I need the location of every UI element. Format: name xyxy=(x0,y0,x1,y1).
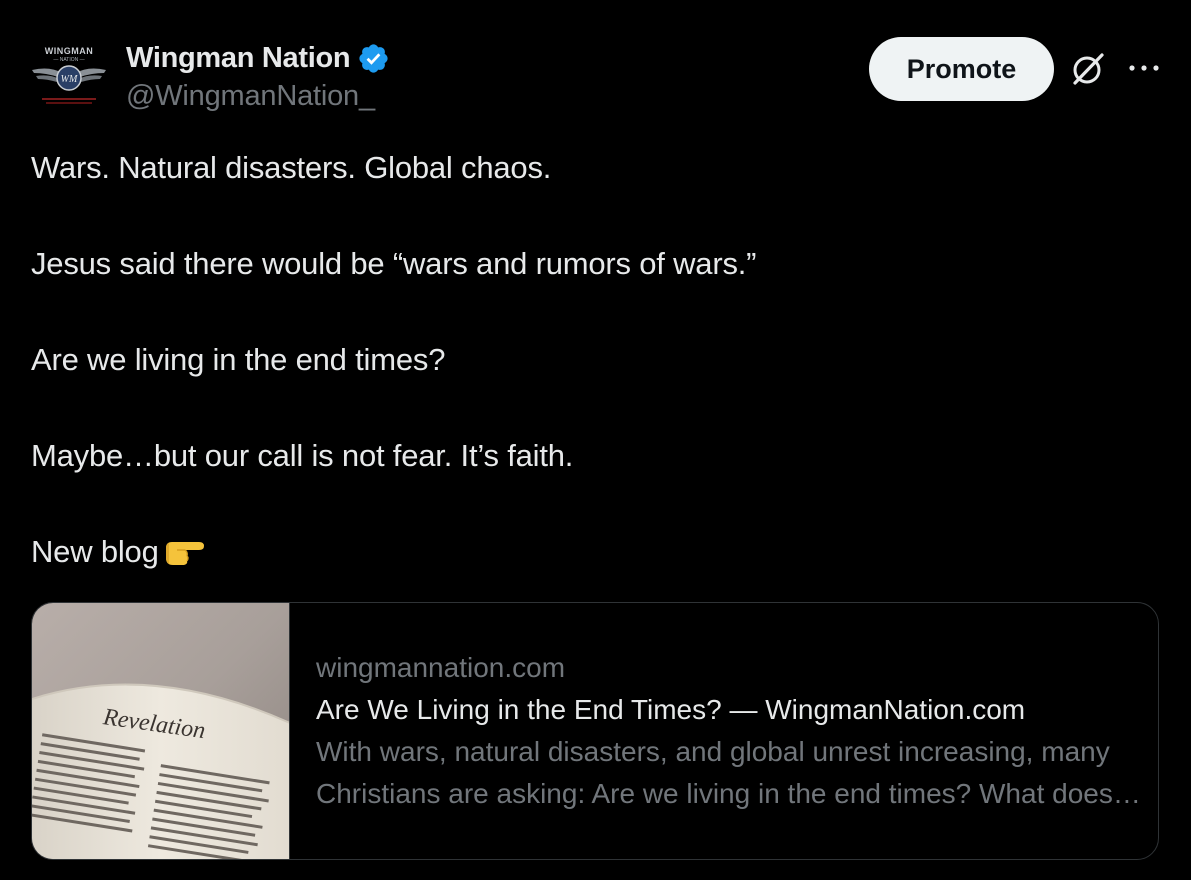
pointing-right-emoji-icon xyxy=(163,534,205,568)
verified-badge-icon[interactable] xyxy=(357,42,390,75)
tweet: WINGMAN — NATION — WM Wingman Nation @Wi… xyxy=(0,0,1191,880)
author-display-name[interactable]: Wingman Nation xyxy=(126,42,351,75)
link-preview-card[interactable]: Revelation wingmannation.com Are We Livi… xyxy=(31,602,1159,860)
tweet-paragraph-last: New blog xyxy=(31,531,1151,573)
link-domain: wingmannation.com xyxy=(316,652,566,683)
tweet-text: Wars. Natural disasters. Global chaos. J… xyxy=(31,147,1151,573)
link-card-text: wingmannation.com Are We Living in the E… xyxy=(316,647,1146,815)
avatar[interactable]: WINGMAN — NATION — WM xyxy=(28,40,110,110)
grok-icon[interactable] xyxy=(1069,50,1107,88)
tweet-paragraph: Jesus said there would be “wars and rumo… xyxy=(31,246,757,281)
link-title[interactable]: Are We Living in the End Times? — Wingma… xyxy=(316,689,1146,731)
tweet-paragraph: New blog xyxy=(31,534,159,569)
more-horizontal-icon[interactable] xyxy=(1127,58,1161,78)
author-name-row: Wingman Nation xyxy=(126,40,390,76)
link-thumbnail: Revelation xyxy=(32,603,290,859)
link-description: With wars, natural disasters, and global… xyxy=(316,736,1113,809)
tweet-paragraph: Wars. Natural disasters. Global chaos. xyxy=(31,150,552,185)
tweet-paragraph: Maybe…but our call is not fear. It’s fai… xyxy=(31,438,574,473)
logo-text-sub: — NATION — xyxy=(53,57,84,63)
logo-text-top: WINGMAN xyxy=(45,46,94,56)
tweet-paragraph: Are we living in the end times? xyxy=(31,342,446,377)
promote-button[interactable]: Promote xyxy=(869,37,1054,101)
author-handle[interactable]: @WingmanNation_ xyxy=(126,80,375,113)
logo-monogram: WM xyxy=(61,74,78,85)
wingman-nation-logo: WINGMAN — NATION — WM xyxy=(32,46,106,104)
